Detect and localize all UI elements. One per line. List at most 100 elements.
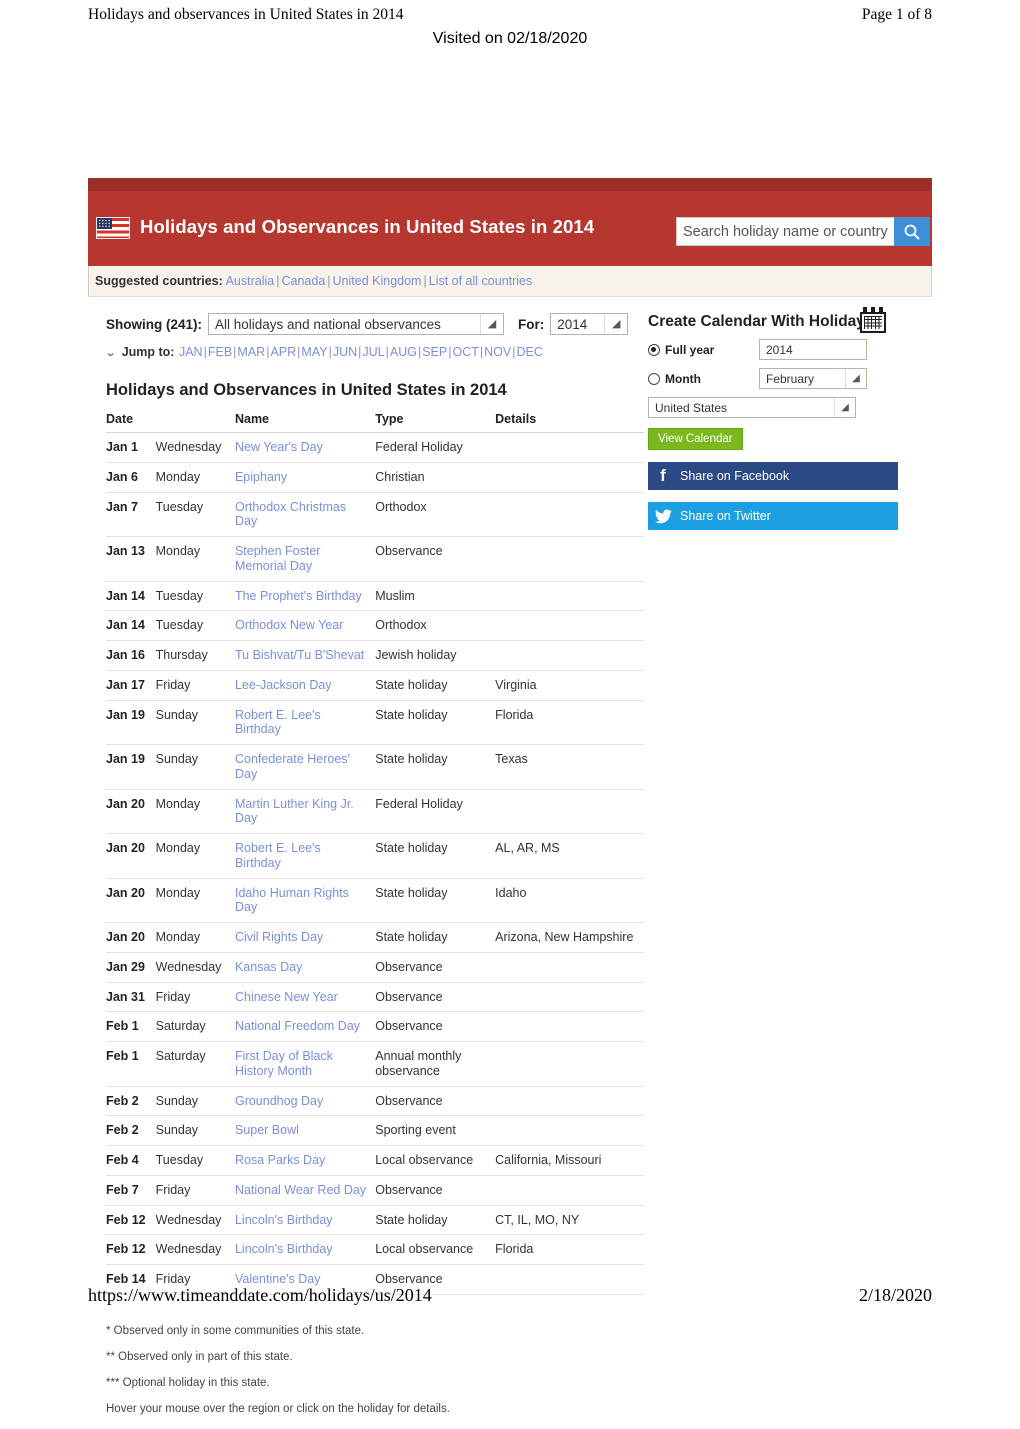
cell-details (495, 952, 644, 983)
cell-weekday: Friday (155, 670, 235, 701)
column-header-weekday (155, 410, 235, 433)
year-filter-value: 2014 (557, 316, 588, 332)
page-content: Holidays and Observances in United State… (88, 178, 932, 1429)
table-row: Feb 12 Wednesday Lincoln's Birthday State h… (106, 1205, 644, 1236)
cell-weekday: Monday (155, 462, 235, 493)
search-button[interactable] (894, 217, 930, 246)
share-twitter-label: Share on Twitter (680, 509, 771, 523)
chevron-down-icon: ◢ (845, 369, 866, 388)
suggested-country-australia[interactable]: Australia (226, 274, 275, 288)
holiday-link[interactable]: Kansas Day (235, 960, 302, 974)
jump-to-jun[interactable]: JUN (333, 345, 357, 359)
jump-to-aug[interactable]: AUG (390, 345, 417, 359)
jump-to-feb[interactable]: FEB (208, 345, 232, 359)
full-year-option[interactable]: Full year 2014 (648, 339, 914, 360)
holiday-link[interactable]: Epiphany (235, 470, 287, 484)
jump-to-oct[interactable]: OCT (452, 345, 478, 359)
full-year-input[interactable]: 2014 (759, 339, 867, 360)
holiday-link[interactable]: Confederate Heroes' Day (235, 752, 350, 781)
search-input[interactable] (676, 217, 894, 246)
month-radio[interactable] (648, 372, 660, 385)
jump-to-jan[interactable]: JAN (179, 345, 203, 359)
table-row: Jan 1 Wednesday New Year's Day Federal Holi… (106, 432, 644, 463)
share-twitter-button[interactable]: Share on Twitter (648, 502, 898, 530)
holiday-link[interactable]: Robert E. Lee's Birthday (235, 841, 321, 870)
cell-details: Texas (495, 744, 644, 790)
view-calendar-button[interactable]: View Calendar (648, 428, 743, 450)
full-year-radio[interactable] (648, 343, 660, 356)
holiday-link[interactable]: Stephen Foster Memorial Day (235, 544, 320, 573)
holidays-filter-select[interactable]: All holidays and national observances ◢ (208, 313, 505, 335)
holidays-filter-value: All holidays and national observances (215, 316, 441, 332)
chevron-down-icon: ◢ (604, 314, 627, 334)
holiday-link[interactable]: Orthodox New Year (235, 618, 343, 632)
cell-details (495, 581, 644, 612)
cell-type: State holiday (375, 744, 496, 790)
cell-details (495, 789, 644, 834)
cell-type: Observance (375, 952, 496, 983)
holiday-link[interactable]: Tu Bishvat/Tu B'Shevat (235, 648, 364, 662)
jump-to-may[interactable]: MAY (301, 345, 327, 359)
table-row: Jan 31 Friday Chinese New Year Observance (106, 982, 644, 1013)
holiday-link[interactable]: Chinese New Year (235, 990, 338, 1004)
cell-details: Florida (495, 700, 644, 745)
holiday-link[interactable]: Rosa Parks Day (235, 1153, 325, 1167)
holiday-link[interactable]: Groundhog Day (235, 1094, 323, 1108)
cell-weekday: Tuesday (155, 610, 235, 641)
holiday-link[interactable]: First Day of Black History Month (235, 1049, 333, 1078)
footnote-3: *** Optional holiday in this state. (106, 1376, 270, 1389)
cell-name: Idaho Human Rights Day (234, 878, 376, 923)
cell-name: New Year's Day (234, 432, 376, 463)
cell-details (495, 1086, 644, 1117)
holiday-link[interactable]: Civil Rights Day (235, 930, 323, 944)
suggested-country-list-all[interactable]: List of all countries (429, 274, 533, 288)
cell-date: Feb 4 (106, 1145, 156, 1176)
search-icon (904, 224, 920, 239)
cell-date: Jan 14 (106, 610, 156, 641)
holiday-link[interactable]: National Wear Red Day (235, 1183, 366, 1197)
cell-weekday: Wednesday (155, 1205, 235, 1236)
cell-name: Lincoln's Birthday (234, 1205, 376, 1236)
jump-to-dec[interactable]: DEC (516, 345, 542, 359)
cell-name: Chinese New Year (234, 982, 376, 1013)
jump-to-apr[interactable]: APR (270, 345, 296, 359)
year-filter-select[interactable]: 2014 ◢ (550, 313, 629, 335)
holiday-link[interactable]: New Year's Day (235, 440, 323, 454)
jump-to-sep[interactable]: SEP (422, 345, 447, 359)
month-option[interactable]: Month February ◢ (648, 368, 914, 389)
table-row: Jan 17 Friday Lee-Jackson Day State holiday… (106, 670, 644, 701)
suggested-country-united-kingdom[interactable]: United Kingdom (333, 274, 422, 288)
cell-name: The Prophet's Birthday (234, 581, 376, 612)
cell-name: Robert E. Lee's Birthday (234, 700, 376, 745)
holiday-link[interactable]: Valentine's Day (235, 1272, 321, 1286)
month-select[interactable]: February ◢ (759, 368, 867, 389)
jump-to-mar[interactable]: MAR (237, 345, 265, 359)
share-facebook-button[interactable]: f Share on Facebook (648, 462, 898, 490)
holiday-link[interactable]: Super Bowl (235, 1123, 299, 1137)
filter-row: Showing (241): All holidays and national… (106, 313, 648, 335)
holiday-link[interactable]: National Freedom Day (235, 1019, 360, 1033)
cell-details (495, 1041, 644, 1087)
cell-date: Jan 29 (106, 952, 156, 983)
cell-weekday: Wednesday (155, 1234, 235, 1265)
print-visited-date: Visited on 02/18/2020 (432, 30, 588, 47)
holiday-link[interactable]: Lincoln's Birthday (235, 1242, 333, 1256)
holiday-link[interactable]: The Prophet's Birthday (235, 589, 362, 603)
cell-details (495, 1175, 644, 1206)
cell-weekday: Sunday (155, 744, 235, 790)
cell-date: Jan 7 (106, 492, 156, 537)
holiday-link[interactable]: Orthodox Christmas Day (235, 500, 346, 529)
site-banner: Holidays and Observances in United State… (88, 178, 932, 266)
holiday-link[interactable]: Robert E. Lee's Birthday (235, 708, 321, 737)
jump-to-jul[interactable]: JUL (362, 345, 384, 359)
cell-details (495, 640, 644, 671)
print-header: Holidays and observances in United State… (88, 6, 932, 47)
country-select[interactable]: United States ◢ (648, 397, 856, 418)
holiday-link[interactable]: Lee-Jackson Day (235, 678, 332, 692)
holiday-link[interactable]: Lincoln's Birthday (235, 1213, 333, 1227)
holiday-link[interactable]: Idaho Human Rights Day (235, 886, 349, 915)
suggested-country-canada[interactable]: Canada (281, 274, 325, 288)
holiday-link[interactable]: Martin Luther King Jr. Day (235, 797, 354, 826)
cell-date: Jan 13 (106, 536, 156, 582)
jump-to-nov[interactable]: NOV (484, 345, 511, 359)
